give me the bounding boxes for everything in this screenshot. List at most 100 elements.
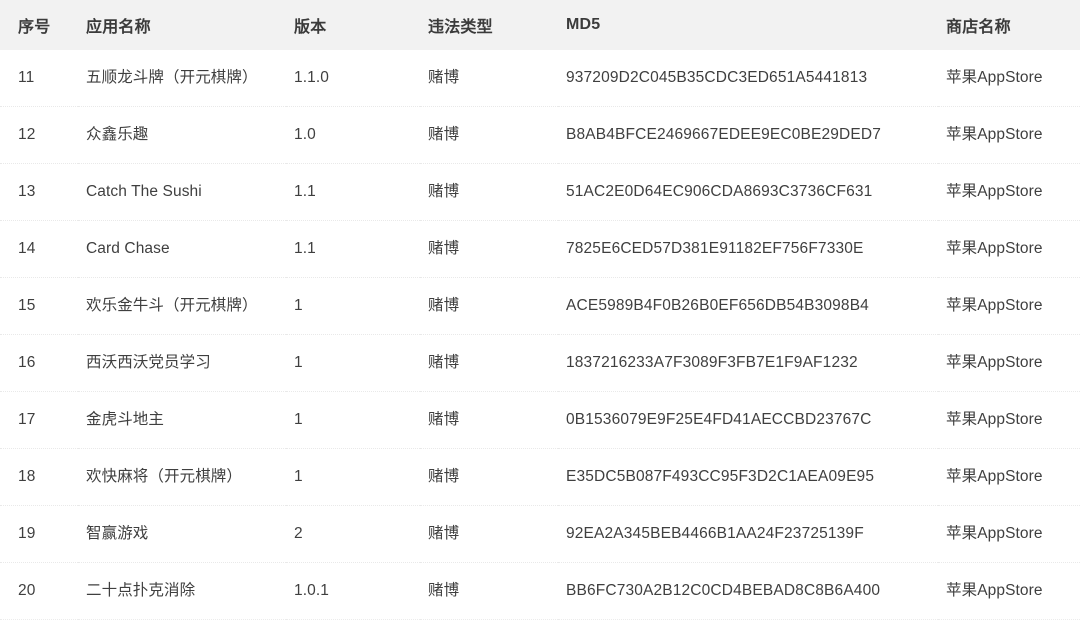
table-cell-app-name-text: 二十点扑克消除 <box>86 582 196 600</box>
table-cell-app-name-text: 欢快麻将（开元棋牌） <box>86 468 243 486</box>
column-header-app-name: 应用名称 <box>78 0 286 50</box>
table-cell-store-name-text: 苹果AppStore <box>946 240 1043 258</box>
table-cell-app-name-text: 欢乐金牛斗（开元棋牌） <box>86 297 258 315</box>
table-cell-violation-type: 赌博 <box>420 448 558 507</box>
table-cell-violation-type-text: 赌博 <box>428 183 460 201</box>
table-cell-md5-text: BB6FC730A2B12C0CD4BEBAD8C8B6A400 <box>566 582 881 600</box>
table-cell-md5: 1837216233A7F3089F3FB7E1F9AF1232 <box>558 334 938 393</box>
table-cell-store-name: 苹果AppStore <box>938 277 1080 336</box>
table-cell-index-text: 13 <box>18 183 36 201</box>
table-cell-violation-type: 赌博 <box>420 562 558 620</box>
table-cell-store-name-text: 苹果AppStore <box>946 354 1043 372</box>
table-cell-app-name: 欢快麻将（开元棋牌） <box>78 448 286 507</box>
table-cell-app-name-text: 五顺龙斗牌（开元棋牌） <box>86 69 258 86</box>
table-cell-store-name-text: 苹果AppStore <box>946 525 1043 543</box>
table-cell-index: 17 <box>0 391 78 450</box>
table-cell-store-name-text: 苹果AppStore <box>946 297 1043 315</box>
table-cell-index-text: 11 <box>18 69 35 86</box>
table-cell-index-text: 18 <box>18 468 36 486</box>
table-cell-index-text: 20 <box>18 582 36 600</box>
table-cell-violation-type-text: 赌博 <box>428 468 460 486</box>
table-cell-version: 1.1 <box>286 220 420 279</box>
table-row: 19 智赢游戏 2 赌博 92EA2A345BEB4466B1AA24F23725139… <box>0 505 1080 564</box>
table-row: 14 Card Chase 1.1 赌博 7825E6CED57D381E91182EF… <box>0 220 1080 279</box>
table-cell-store-name: 苹果AppStore <box>938 50 1080 108</box>
table-cell-version-text: 1.0 <box>294 126 316 144</box>
table-cell-violation-type: 赌博 <box>420 163 558 222</box>
table-cell-version: 1.1 <box>286 163 420 222</box>
table-cell-store-name: 苹果AppStore <box>938 220 1080 279</box>
table-cell-md5: 937209D2C045B35CDC3ED651A5441813 <box>558 50 938 108</box>
table-cell-app-name-text: 智赢游戏 <box>86 525 149 543</box>
table-cell-index: 11 <box>0 50 78 108</box>
table-cell-violation-type-text: 赌博 <box>428 582 460 600</box>
table-cell-index: 20 <box>0 562 78 620</box>
table-cell-index-text: 15 <box>18 297 36 315</box>
table-cell-violation-type: 赌博 <box>420 106 558 165</box>
table-cell-version-text: 1 <box>294 411 303 429</box>
table-cell-version: 1 <box>286 334 420 393</box>
table-cell-index-text: 17 <box>18 411 36 429</box>
table-cell-index: 19 <box>0 505 78 564</box>
table-cell-violation-type-text: 赌博 <box>428 525 460 543</box>
table-cell-violation-type-text: 赌博 <box>428 297 460 315</box>
table-cell-store-name: 苹果AppStore <box>938 334 1080 393</box>
table-cell-md5: 51AC2E0D64EC906CDA8693C3736CF631 <box>558 163 938 222</box>
table-cell-version: 1.1.0 <box>286 50 420 108</box>
violation-apps-table: 序号 应用名称 版本 违法类型 MD5 商店名称 11 五顺龙斗牌（开元棋牌） 1.… <box>0 0 1080 620</box>
table-cell-index-text: 19 <box>18 525 36 543</box>
table-header-row: 序号 应用名称 版本 违法类型 MD5 商店名称 <box>0 0 1080 50</box>
table-row: 17 金虎斗地主 1 赌博 0B1536079E9F25E4FD41AECCBD2376… <box>0 391 1080 450</box>
table-cell-violation-type: 赌博 <box>420 391 558 450</box>
table-cell-md5: ACE5989B4F0B26B0EF656DB54B3098B4 <box>558 277 938 336</box>
table-cell-version: 2 <box>286 505 420 564</box>
table-row: 16 西沃西沃党员学习 1 赌博 1837216233A7F3089F3FB7E1F9A… <box>0 334 1080 393</box>
table-cell-app-name: 五顺龙斗牌（开元棋牌） <box>78 50 286 108</box>
table-cell-md5: 0B1536079E9F25E4FD41AECCBD23767C <box>558 391 938 450</box>
table-cell-store-name-text: 苹果AppStore <box>946 183 1043 201</box>
table-cell-violation-type: 赌博 <box>420 220 558 279</box>
table-cell-app-name: 智赢游戏 <box>78 505 286 564</box>
table-cell-store-name: 苹果AppStore <box>938 391 1080 450</box>
table-cell-store-name-text: 苹果AppStore <box>946 411 1043 429</box>
table-cell-store-name-text: 苹果AppStore <box>946 69 1043 86</box>
table-row: 12 众鑫乐趣 1.0 赌博 B8AB4BFCE2469667EDEE9EC0BE29D… <box>0 106 1080 165</box>
table-cell-store-name: 苹果AppStore <box>938 448 1080 507</box>
table-cell-md5-text: 51AC2E0D64EC906CDA8693C3736CF631 <box>566 183 873 201</box>
table-row: 20 二十点扑克消除 1.0.1 赌博 BB6FC730A2B12C0CD4BEBAD8… <box>0 562 1080 620</box>
table-cell-app-name-text: Catch The Sushi <box>86 183 202 201</box>
table-cell-app-name: 二十点扑克消除 <box>78 562 286 620</box>
table-cell-version-text: 1.0.1 <box>294 582 329 600</box>
table-cell-version: 1 <box>286 448 420 507</box>
table-cell-version-text: 1 <box>294 297 303 315</box>
table-cell-app-name: 众鑫乐趣 <box>78 106 286 165</box>
table-cell-store-name: 苹果AppStore <box>938 505 1080 564</box>
table-cell-store-name: 苹果AppStore <box>938 106 1080 165</box>
table-cell-violation-type: 赌博 <box>420 334 558 393</box>
table-cell-md5-text: 92EA2A345BEB4466B1AA24F23725139F <box>566 525 864 543</box>
table-cell-store-name-text: 苹果AppStore <box>946 582 1043 600</box>
table-cell-version-text: 1.1.0 <box>294 69 329 86</box>
table-cell-version-text: 1 <box>294 354 303 372</box>
column-header-store-name: 商店名称 <box>938 0 1080 50</box>
table-cell-version-text: 1 <box>294 468 303 486</box>
table-cell-app-name: Catch The Sushi <box>78 163 286 222</box>
table-cell-version-text: 1.1 <box>294 183 316 201</box>
table-cell-version: 1 <box>286 391 420 450</box>
table-header: 序号 应用名称 版本 违法类型 MD5 商店名称 <box>0 0 1080 50</box>
table-cell-md5-text: B8AB4BFCE2469667EDEE9EC0BE29DED7 <box>566 126 881 144</box>
table-cell-md5: BB6FC730A2B12C0CD4BEBAD8C8B6A400 <box>558 562 938 620</box>
table-cell-app-name: Card Chase <box>78 220 286 279</box>
table-cell-violation-type: 赌博 <box>420 50 558 108</box>
column-header-version: 版本 <box>286 0 420 50</box>
table-cell-version-text: 1.1 <box>294 240 316 258</box>
table-cell-store-name-text: 苹果AppStore <box>946 126 1043 144</box>
table-cell-md5-text: ACE5989B4F0B26B0EF656DB54B3098B4 <box>566 297 869 315</box>
table-cell-version: 1 <box>286 277 420 336</box>
table-cell-violation-type: 赌博 <box>420 505 558 564</box>
table-cell-md5: E35DC5B087F493CC95F3D2C1AEA09E95 <box>558 448 938 507</box>
table-cell-md5-text: 937209D2C045B35CDC3ED651A5441813 <box>566 69 868 86</box>
table-cell-index: 18 <box>0 448 78 507</box>
table-cell-violation-type-text: 赌博 <box>428 126 460 144</box>
table-cell-index: 16 <box>0 334 78 393</box>
